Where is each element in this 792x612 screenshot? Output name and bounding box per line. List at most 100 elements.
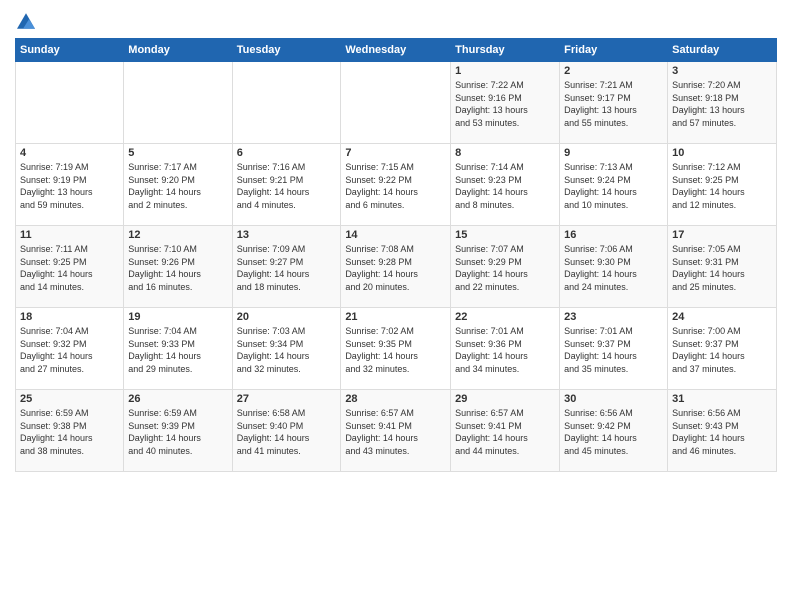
calendar-day-header: Tuesday (232, 39, 341, 62)
day-number: 7 (345, 147, 446, 159)
day-number: 21 (345, 311, 446, 323)
day-content: Sunrise: 7:14 AM Sunset: 9:23 PM Dayligh… (455, 161, 555, 211)
calendar-week-row: 11Sunrise: 7:11 AM Sunset: 9:25 PM Dayli… (16, 226, 777, 308)
calendar-header-row: SundayMondayTuesdayWednesdayThursdayFrid… (16, 39, 777, 62)
calendar-day-cell: 21 Sunrise: 7:02 AM Sunset: 9:35 PM Dayli… (341, 308, 451, 390)
day-content: Sunrise: 6:56 AM Sunset: 9:42 PM Dayligh… (564, 407, 663, 457)
day-number: 1 (455, 65, 555, 77)
calendar-day-cell: 7 Sunrise: 7:15 AM Sunset: 9:22 PM Daylig… (341, 144, 451, 226)
calendar-day-cell: 1 Sunrise: 7:22 AM Sunset: 9:16 PM Daylig… (451, 62, 560, 144)
day-content: Sunrise: 7:19 AM Sunset: 9:19 PM Dayligh… (20, 161, 119, 211)
day-number: 22 (455, 311, 555, 323)
day-content: Sunrise: 7:08 AM Sunset: 9:28 PM Dayligh… (345, 243, 446, 293)
calendar-day-cell: 8 Sunrise: 7:14 AM Sunset: 9:23 PM Daylig… (451, 144, 560, 226)
day-number: 8 (455, 147, 555, 159)
calendar-day-header: Saturday (668, 39, 777, 62)
logo (15, 10, 35, 30)
calendar-day-cell: 24Sunrise: 7:00 AM Sunset: 9:37 PM Dayli… (668, 308, 777, 390)
day-number: 16 (564, 229, 663, 241)
calendar-day-cell: 17 Sunrise: 7:05 AM Sunset: 9:31 PM Dayli… (668, 226, 777, 308)
calendar-day-cell (232, 62, 341, 144)
day-content: Sunrise: 7:07 AM Sunset: 9:29 PM Dayligh… (455, 243, 555, 293)
day-number: 15 (455, 229, 555, 241)
day-content: Sunrise: 7:15 AM Sunset: 9:22 PM Dayligh… (345, 161, 446, 211)
day-content: Sunrise: 7:05 AM Sunset: 9:31 PM Dayligh… (672, 243, 772, 293)
day-content: Sunrise: 7:22 AM Sunset: 9:16 PM Dayligh… (455, 79, 555, 129)
calendar-week-row: 18 Sunrise: 7:04 AM Sunset: 9:32 PM Dayli… (16, 308, 777, 390)
day-content: Sunrise: 7:09 AM Sunset: 9:27 PM Dayligh… (237, 243, 337, 293)
calendar-day-cell: 25Sunrise: 6:59 AM Sunset: 9:38 PM Dayli… (16, 390, 124, 472)
logo-icon (17, 12, 35, 30)
calendar-day-cell: 30 Sunrise: 6:56 AM Sunset: 9:42 PM Dayli… (560, 390, 668, 472)
calendar-day-cell: 18 Sunrise: 7:04 AM Sunset: 9:32 PM Dayli… (16, 308, 124, 390)
day-content: Sunrise: 7:00 AM Sunset: 9:37 PM Dayligh… (672, 325, 772, 375)
calendar-day-header: Sunday (16, 39, 124, 62)
day-number: 30 (564, 393, 663, 405)
day-content: Sunrise: 7:21 AM Sunset: 9:17 PM Dayligh… (564, 79, 663, 129)
day-content: Sunrise: 6:59 AM Sunset: 9:39 PM Dayligh… (128, 407, 227, 457)
page: SundayMondayTuesdayWednesdayThursdayFrid… (0, 0, 792, 612)
calendar-table: SundayMondayTuesdayWednesdayThursdayFrid… (15, 38, 777, 472)
calendar-week-row: 4 Sunrise: 7:19 AM Sunset: 9:19 PM Daylig… (16, 144, 777, 226)
day-number: 9 (564, 147, 663, 159)
day-number: 28 (345, 393, 446, 405)
calendar-day-cell: 16 Sunrise: 7:06 AM Sunset: 9:30 PM Dayli… (560, 226, 668, 308)
calendar-day-header: Thursday (451, 39, 560, 62)
calendar-day-cell: 15 Sunrise: 7:07 AM Sunset: 9:29 PM Dayli… (451, 226, 560, 308)
calendar-week-row: 25Sunrise: 6:59 AM Sunset: 9:38 PM Dayli… (16, 390, 777, 472)
day-content: Sunrise: 7:17 AM Sunset: 9:20 PM Dayligh… (128, 161, 227, 211)
day-number: 4 (20, 147, 119, 159)
day-content: Sunrise: 7:20 AM Sunset: 9:18 PM Dayligh… (672, 79, 772, 129)
day-content: Sunrise: 7:02 AM Sunset: 9:35 PM Dayligh… (345, 325, 446, 375)
day-content: Sunrise: 7:01 AM Sunset: 9:37 PM Dayligh… (564, 325, 663, 375)
calendar-day-header: Wednesday (341, 39, 451, 62)
day-number: 5 (128, 147, 227, 159)
calendar-day-cell (16, 62, 124, 144)
calendar-day-cell (341, 62, 451, 144)
day-number: 6 (237, 147, 337, 159)
calendar-day-header: Friday (560, 39, 668, 62)
day-content: Sunrise: 6:56 AM Sunset: 9:43 PM Dayligh… (672, 407, 772, 457)
calendar-week-row: 1 Sunrise: 7:22 AM Sunset: 9:16 PM Daylig… (16, 62, 777, 144)
calendar-day-cell: 10 Sunrise: 7:12 AM Sunset: 9:25 PM Dayli… (668, 144, 777, 226)
calendar-day-cell: 20 Sunrise: 7:03 AM Sunset: 9:34 PM Dayli… (232, 308, 341, 390)
day-number: 29 (455, 393, 555, 405)
calendar-day-cell: 3 Sunrise: 7:20 AM Sunset: 9:18 PM Daylig… (668, 62, 777, 144)
calendar-day-cell: 9Sunrise: 7:13 AM Sunset: 9:24 PM Daylig… (560, 144, 668, 226)
day-number: 10 (672, 147, 772, 159)
day-number: 27 (237, 393, 337, 405)
calendar-day-cell: 14Sunrise: 7:08 AM Sunset: 9:28 PM Dayli… (341, 226, 451, 308)
day-number: 19 (128, 311, 227, 323)
day-content: Sunrise: 7:04 AM Sunset: 9:32 PM Dayligh… (20, 325, 119, 375)
day-content: Sunrise: 6:57 AM Sunset: 9:41 PM Dayligh… (455, 407, 555, 457)
day-content: Sunrise: 7:03 AM Sunset: 9:34 PM Dayligh… (237, 325, 337, 375)
calendar-day-cell: 19 Sunrise: 7:04 AM Sunset: 9:33 PM Dayli… (124, 308, 232, 390)
calendar-day-cell: 26 Sunrise: 6:59 AM Sunset: 9:39 PM Dayli… (124, 390, 232, 472)
calendar-day-cell (124, 62, 232, 144)
day-number: 3 (672, 65, 772, 77)
day-content: Sunrise: 7:12 AM Sunset: 9:25 PM Dayligh… (672, 161, 772, 211)
calendar-day-header: Monday (124, 39, 232, 62)
day-number: 12 (128, 229, 227, 241)
day-number: 25 (20, 393, 119, 405)
calendar-day-cell: 13Sunrise: 7:09 AM Sunset: 9:27 PM Dayli… (232, 226, 341, 308)
calendar-day-cell: 12Sunrise: 7:10 AM Sunset: 9:26 PM Dayli… (124, 226, 232, 308)
day-number: 26 (128, 393, 227, 405)
calendar-day-cell: 29 Sunrise: 6:57 AM Sunset: 9:41 PM Dayli… (451, 390, 560, 472)
day-content: Sunrise: 6:57 AM Sunset: 9:41 PM Dayligh… (345, 407, 446, 457)
day-content: Sunrise: 7:04 AM Sunset: 9:33 PM Dayligh… (128, 325, 227, 375)
day-number: 18 (20, 311, 119, 323)
day-number: 17 (672, 229, 772, 241)
day-content: Sunrise: 7:01 AM Sunset: 9:36 PM Dayligh… (455, 325, 555, 375)
day-content: Sunrise: 7:11 AM Sunset: 9:25 PM Dayligh… (20, 243, 119, 293)
day-number: 23 (564, 311, 663, 323)
day-number: 20 (237, 311, 337, 323)
calendar-day-cell: 4 Sunrise: 7:19 AM Sunset: 9:19 PM Daylig… (16, 144, 124, 226)
day-number: 31 (672, 393, 772, 405)
day-content: Sunrise: 6:58 AM Sunset: 9:40 PM Dayligh… (237, 407, 337, 457)
day-content: Sunrise: 7:16 AM Sunset: 9:21 PM Dayligh… (237, 161, 337, 211)
day-content: Sunrise: 7:06 AM Sunset: 9:30 PM Dayligh… (564, 243, 663, 293)
calendar-day-cell: 22 Sunrise: 7:01 AM Sunset: 9:36 PM Dayli… (451, 308, 560, 390)
day-number: 2 (564, 65, 663, 77)
calendar-day-cell: 11Sunrise: 7:11 AM Sunset: 9:25 PM Dayli… (16, 226, 124, 308)
